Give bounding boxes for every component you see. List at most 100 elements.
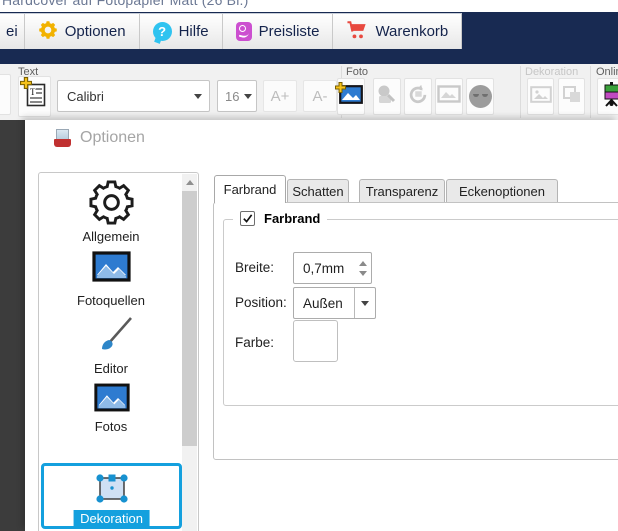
gear-icon	[88, 180, 135, 230]
gear-icon	[38, 20, 58, 44]
decoration-image-button[interactable]	[527, 78, 554, 115]
tab-transparenz[interactable]: Transparenz	[359, 179, 445, 203]
decoration-shapes-button[interactable]	[558, 78, 585, 115]
plus-badge-icon	[19, 76, 32, 94]
sidebar-item-dekoration[interactable]: Dekoration	[41, 463, 182, 529]
add-photo-button[interactable]	[335, 78, 365, 115]
breite-value: 0,7mm	[303, 260, 345, 276]
ribbon-divider	[520, 66, 521, 118]
tab-farbrand-label: Farbrand	[223, 182, 277, 197]
rotate-icon	[406, 83, 430, 110]
font-size-value: 16	[225, 88, 240, 104]
font-family-select[interactable]: Calibri	[57, 80, 210, 112]
farbrand-group-label: Farbrand	[264, 211, 321, 226]
cart-button-label: Warenkorb	[375, 23, 449, 40]
scroll-up-arrow-icon[interactable]	[182, 174, 197, 190]
edit-photo-button[interactable]	[373, 78, 401, 115]
farbe-color-swatch[interactable]	[293, 320, 338, 362]
breite-spinner[interactable]: 0,7mm	[293, 252, 372, 284]
pricelist-button[interactable]: Preisliste	[222, 14, 334, 49]
tab-farbrand[interactable]: Farbrand	[214, 175, 286, 203]
ribbon-divider	[590, 66, 591, 118]
chevron-down-icon	[354, 288, 375, 318]
price-tag-icon	[235, 22, 252, 41]
position-select[interactable]: Außen	[293, 287, 376, 319]
options-dialog: Optionen Allgemein Fotoquellen Editor Fo…	[25, 120, 618, 531]
font-family-value: Calibri	[67, 88, 104, 104]
edit-photo-icon	[375, 83, 399, 110]
image-icon	[92, 251, 131, 286]
font-increase-label: A+	[270, 87, 290, 105]
sidebar-label-fotos[interactable]: Fotos	[39, 419, 183, 434]
add-text-icon: T	[19, 77, 46, 112]
sidebar-label-allgemein[interactable]: Allgemein	[39, 229, 183, 244]
sidebar-item-fotoquellen[interactable]	[92, 251, 131, 287]
font-size-select[interactable]: 16	[217, 80, 257, 112]
farbe-label: Farbe:	[235, 335, 275, 350]
tab-eckenoptionen[interactable]: Eckenoptionen	[446, 179, 558, 203]
sidebar-item-fotos[interactable]	[94, 383, 130, 417]
dialog-title: Optionen	[80, 129, 145, 146]
help-button[interactable]: ? Hilfe	[139, 14, 223, 49]
position-label: Position:	[235, 295, 287, 310]
breite-label: Breite:	[235, 260, 275, 275]
main-toolbar: ei Optionen ? Hilfe Preisliste Warenkorb	[0, 13, 463, 49]
sidebar-scrollbar[interactable]	[182, 174, 197, 531]
font-decrease-label: A-	[312, 87, 328, 105]
photo-effects-button[interactable]	[466, 78, 494, 115]
font-decrease-button[interactable]: A-	[303, 80, 337, 112]
online-button[interactable]	[597, 78, 618, 115]
chevron-down-icon	[240, 81, 256, 111]
sidebar-label-dekoration: Dekoration	[73, 510, 150, 527]
options-button[interactable]: Optionen	[24, 14, 140, 49]
help-icon: ?	[152, 22, 172, 41]
font-increase-button[interactable]: A+	[263, 80, 297, 112]
tab-transparenz-label: Transparenz	[365, 184, 439, 199]
spinner-arrows-icon[interactable]	[359, 253, 367, 283]
sidebar-item-editor[interactable]	[91, 315, 135, 364]
frame-icon	[437, 85, 461, 108]
ribbon-group-decoration-label: Dekoration	[525, 66, 579, 78]
add-text-button[interactable]: T	[18, 76, 51, 117]
ribbon-clipped-button[interactable]	[0, 74, 11, 115]
cart-button[interactable]: Warenkorb	[333, 14, 463, 49]
tab-schatten-label: Schatten	[292, 184, 344, 199]
online-presentation-icon	[602, 81, 618, 112]
selection-frame-icon	[91, 469, 133, 514]
photo-frame-button[interactable]	[435, 78, 463, 115]
file-button-label: ei	[6, 23, 18, 40]
add-photo-icon	[335, 81, 363, 109]
tab-eckenoptionen-label: Eckenoptionen	[458, 184, 545, 199]
shapes-icon	[561, 84, 583, 109]
smiley-face-icon	[468, 85, 492, 108]
scrollbar-thumb[interactable]	[182, 191, 197, 446]
ribbon: Text T Calibri 16 A+ A- Foto Dekoration …	[0, 64, 618, 184]
farbrand-tab-panel: Farbrand Breite: 0,7mm Position: Außen F…	[213, 202, 618, 460]
plus-badge-icon	[335, 80, 346, 98]
tab-schatten[interactable]: Schatten	[287, 179, 349, 203]
farbrand-groupbox-legend: Farbrand	[233, 211, 328, 226]
pricelist-button-label: Preisliste	[258, 23, 320, 40]
file-button[interactable]: ei	[0, 14, 25, 49]
check-icon	[243, 214, 253, 223]
sidebar-label-editor[interactable]: Editor	[39, 361, 183, 376]
farbrand-checkbox[interactable]	[240, 211, 255, 226]
window-title: Hardcover auf Fotopapier Matt (26 Bl.)	[0, 0, 618, 12]
shopping-cart-icon	[346, 20, 368, 44]
chevron-down-icon	[187, 81, 209, 111]
sidebar-item-allgemein[interactable]	[88, 179, 135, 231]
image-icon	[529, 85, 552, 108]
help-button-label: Hilfe	[178, 23, 209, 40]
image-icon	[94, 383, 130, 416]
options-sidebar: Allgemein Fotoquellen Editor Fotos Dekor…	[38, 172, 199, 531]
ribbon-group-photo-label: Foto	[346, 66, 369, 78]
ribbon-group-online-label: Online	[596, 66, 618, 78]
app-logo-icon	[54, 129, 71, 147]
dialog-titlebar: Optionen	[54, 129, 145, 147]
rotate-photo-button[interactable]	[404, 78, 432, 115]
workspace-background	[0, 120, 25, 531]
sidebar-label-fotoquellen[interactable]: Fotoquellen	[39, 293, 183, 308]
options-button-label: Optionen	[64, 23, 126, 40]
farbrand-groupbox: Farbrand Breite: 0,7mm Position: Außen F…	[223, 211, 618, 406]
position-value: Außen	[303, 295, 343, 311]
